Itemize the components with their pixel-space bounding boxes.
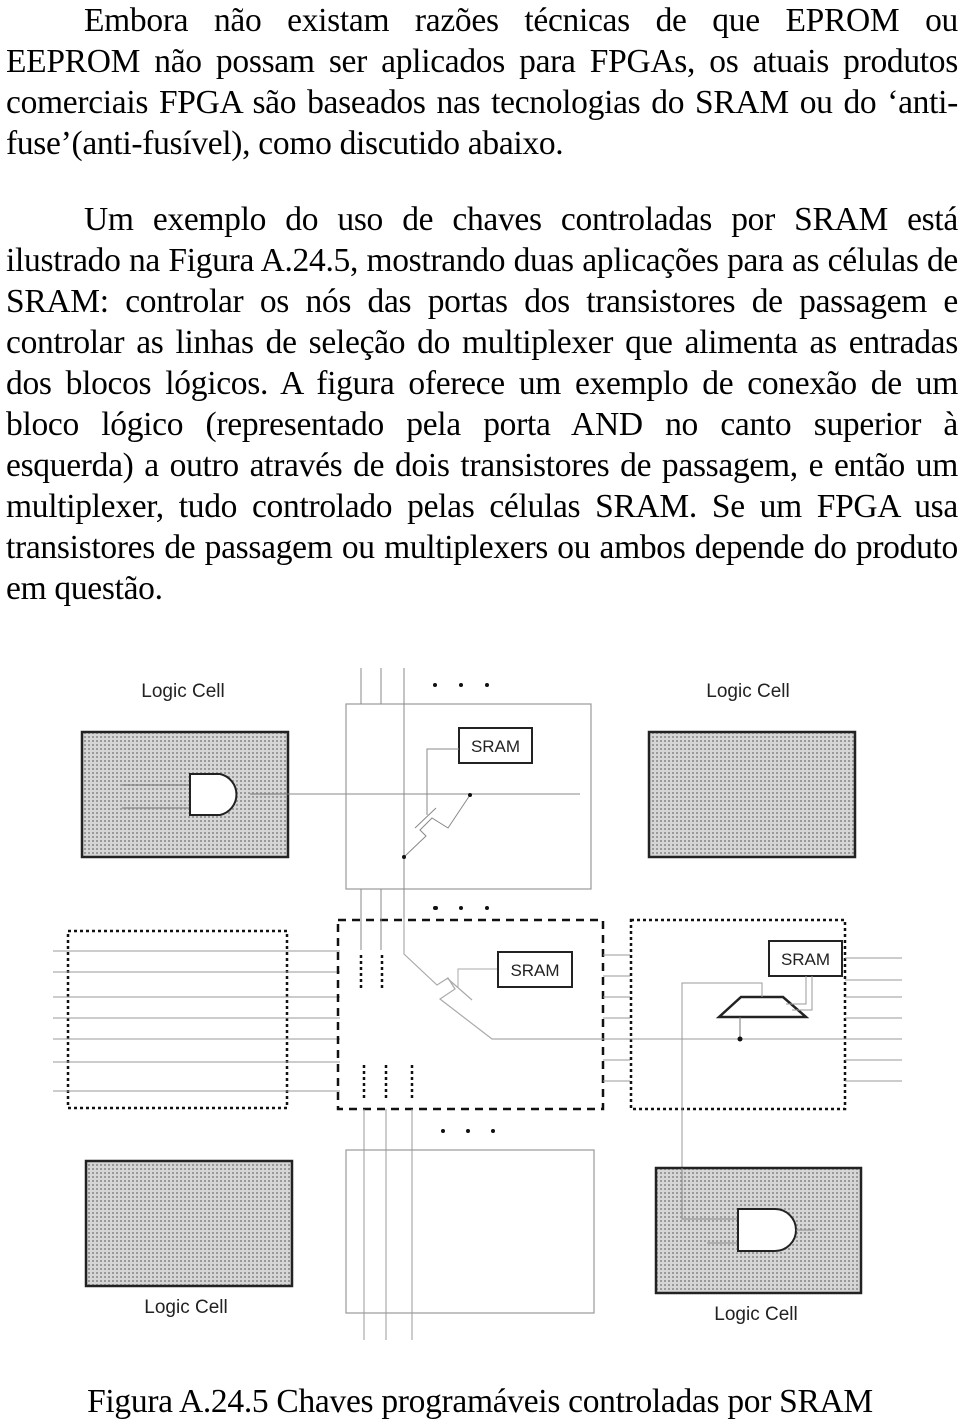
and-gate-icon (737, 1208, 797, 1252)
sram-label: SRAM (781, 950, 830, 969)
sram-label: SRAM (510, 961, 559, 980)
logic-cell-bottom-left (84, 1159, 294, 1288)
logic-cell-label: Logic Cell (706, 681, 789, 702)
sram-switch-diagram: Logic Cell SRAM Logic Cell SRAM SRAM Log… (53, 668, 902, 1340)
logic-cell-label: Logic Cell (141, 681, 224, 702)
routing-channel-right: SRAM (603, 918, 902, 1168)
and-gate-icon (189, 773, 238, 816)
paragraph-2: Um exemplo do uso de chaves controladas … (6, 201, 958, 607)
logic-cell-label: Logic Cell (144, 1297, 227, 1318)
multiplexer-icon (715, 995, 810, 1019)
routing-channel-left (53, 929, 340, 1110)
logic-cell-label: Logic Cell (714, 1304, 797, 1325)
logic-cell-top-right (647, 730, 857, 859)
logic-cell-top-left (80, 730, 290, 859)
paragraph-1: Embora não existam razões técnicas de qu… (6, 2, 958, 162)
switch-box-bottom (345, 1109, 595, 1340)
logic-cell-bottom-right (654, 1166, 863, 1295)
ellipsis-dots (433, 683, 489, 910)
switch-box-middle: SRAM (336, 906, 630, 1111)
sram-label: SRAM (471, 737, 520, 756)
figure-caption: Figura A.24.5 Chaves programáveis contro… (87, 1383, 873, 1420)
switch-box-top: SRAM (345, 668, 592, 918)
